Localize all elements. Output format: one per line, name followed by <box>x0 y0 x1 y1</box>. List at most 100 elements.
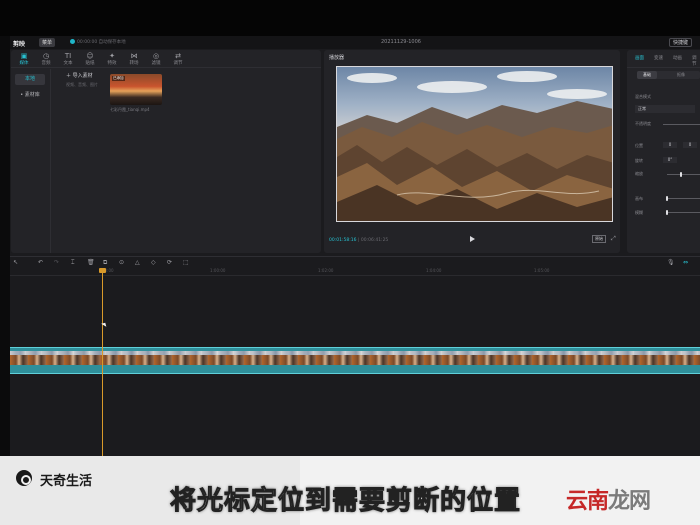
app-logo: 剪映 <box>13 41 26 48</box>
keyframe-icon[interactable]: ◇ <box>151 259 156 266</box>
tab-animation[interactable]: 动画 <box>673 55 682 61</box>
import-media-button[interactable]: ＋ 导入素材 视频、音频、图片 <box>66 72 98 88</box>
tab-label: 媒体 <box>19 61 29 66</box>
video-subtitle: 将光标定位到需要剪断的位置 <box>169 486 522 517</box>
project-name: 20211129-1006 <box>381 39 421 45</box>
rotate-icon[interactable]: ⟳ <box>167 259 172 266</box>
autosave-text: 00:00:00 自动保存本地 <box>77 40 126 45</box>
brand-logo-icon <box>14 468 34 488</box>
video-track-clip[interactable] <box>10 347 700 374</box>
clip-filename: 七彩丹霞_tianqi.mp4 <box>110 107 150 112</box>
tab-label: 转场 <box>129 61 139 66</box>
import-label: 导入素材 <box>72 73 93 79</box>
video-editor-window: 剪映 菜单 00:00:00 自动保存本地 20211129-1006 快捷键 … <box>10 36 700 456</box>
sidebar-item-library[interactable]: • 素材库 <box>15 90 45 101</box>
tab-effects[interactable]: ✦ 特效 <box>101 52 123 66</box>
effects-icon: ✦ <box>109 52 115 60</box>
blur-slider[interactable] <box>667 212 700 213</box>
scale-label: 缩放 <box>635 171 643 176</box>
mirror-icon[interactable]: △ <box>135 259 140 266</box>
tab-filter[interactable]: ◎ 滤镜 <box>145 52 167 66</box>
tab-text[interactable]: TI 文本 <box>57 52 79 66</box>
tab-picture[interactable]: 画面 <box>635 55 644 61</box>
ruler-label: 1:00:00 <box>210 268 226 273</box>
text-icon: TI <box>64 52 72 60</box>
subtab-keying[interactable]: 抠像 <box>677 72 685 78</box>
playhead[interactable] <box>102 268 103 456</box>
site-watermark-red: 云南 <box>566 489 609 514</box>
timeline-ruler: 00:00 1:00:00 1:02:00 1:04:00 1:05:00 <box>10 268 700 276</box>
tab-adjust-props[interactable]: 调节 <box>692 55 700 67</box>
clip-added-badge: 已添加 <box>112 76 125 81</box>
tab-media[interactable]: ▣ 媒体 <box>13 52 35 66</box>
audio-icon: ◷ <box>42 52 50 60</box>
rotate-input[interactable]: 0° <box>663 157 677 163</box>
blend-mode-select[interactable]: 正常 <box>635 105 695 113</box>
adjust-icon: ⇄ <box>175 52 181 60</box>
sidebar-item-local[interactable]: 本地 <box>15 74 45 85</box>
fullscreen-icon[interactable]: ⤢ <box>611 235 616 243</box>
link-icon[interactable]: ⇔ <box>683 259 688 266</box>
tab-label: 文本 <box>63 61 73 66</box>
preview-landscape <box>337 101 612 221</box>
position-x-input[interactable]: 0 <box>663 142 677 148</box>
media-icon: ▣ <box>20 52 28 60</box>
tab-label: 滤镜 <box>151 61 161 66</box>
ruler-label: 1:05:00 <box>534 268 550 273</box>
properties-tabs: 画面 变速 动画 调节 <box>627 50 700 68</box>
tab-sticker[interactable]: ☺ 贴纸 <box>79 52 101 66</box>
player-title: 播放器 <box>329 55 345 61</box>
select-tool-icon[interactable]: ↖ <box>13 259 18 266</box>
tab-adjust[interactable]: ⇄ 调节 <box>167 52 189 66</box>
subtab-basic[interactable]: 基础 <box>637 71 657 79</box>
tab-speed[interactable]: 变速 <box>654 55 663 61</box>
tab-label: 贴纸 <box>85 61 95 66</box>
opacity-slider[interactable] <box>663 124 700 125</box>
autosave-status: 00:00:00 自动保存本地 <box>70 39 126 45</box>
timeline-toolbar: ↖ ↶ ↷ ⌶ 🗑 ⧉ ⊙ △ ◇ ⟳ ⬚ 🎙 ⇔ <box>10 256 700 268</box>
site-watermark-gray: 龙网 <box>608 489 651 514</box>
playhead-handle[interactable] <box>99 268 106 273</box>
timeline[interactable]: 00:00 1:00:00 1:02:00 1:04:00 1:05:00 <box>10 268 700 456</box>
menu-button[interactable]: 菜单 <box>39 38 56 47</box>
crop-icon[interactable]: ⬚ <box>183 259 189 266</box>
position-label: 位置 <box>635 143 643 148</box>
canvas-slider-knob[interactable] <box>666 196 668 201</box>
blur-label: 模糊 <box>635 210 643 215</box>
canvas-label: 画布 <box>635 196 643 201</box>
properties-subtabs: 基础 抠像 <box>637 71 700 79</box>
freeze-icon[interactable]: ⧉ <box>103 259 107 267</box>
video-preview[interactable] <box>336 66 613 222</box>
scale-slider[interactable] <box>667 174 700 175</box>
undo-icon[interactable]: ↶ <box>38 259 43 266</box>
monitor-bezel <box>0 0 700 36</box>
opacity-label: 不透明度 <box>635 121 651 126</box>
shortcut-button[interactable]: 快捷键 <box>668 38 692 47</box>
delete-icon[interactable]: 🗑 <box>87 259 95 266</box>
rotate-label: 旋转 <box>635 158 643 163</box>
clip-filmstrip-sky <box>10 351 700 355</box>
play-icon[interactable] <box>470 236 475 242</box>
blur-slider-knob[interactable] <box>666 210 668 215</box>
media-clip-thumbnail[interactable]: 已添加 <box>110 74 162 105</box>
player-timecode: 00:01:58:16 | 00:06:41:25 <box>329 238 389 243</box>
site-watermark: 云南龙网 <box>566 483 651 515</box>
ruler-label: 1:02:00 <box>318 268 334 273</box>
reverse-icon[interactable]: ⊙ <box>119 259 124 266</box>
canvas-slider[interactable] <box>667 198 700 199</box>
redo-icon[interactable]: ↷ <box>54 259 59 266</box>
position-y-input[interactable]: 0 <box>683 142 697 148</box>
split-icon[interactable]: ⌶ <box>71 259 75 267</box>
microphone-icon[interactable]: 🎙 <box>667 259 675 266</box>
tab-transition[interactable]: ⋈ 转场 <box>123 52 145 66</box>
ruler-label: 1:04:00 <box>426 268 442 273</box>
tab-audio[interactable]: ◷ 音频 <box>35 52 57 66</box>
aspect-ratio-button[interactable]: 原始 <box>592 235 606 243</box>
scale-slider-knob[interactable] <box>680 172 682 177</box>
media-sidebar: 本地 • 素材库 <box>11 69 51 253</box>
title-bar: 剪映 菜单 00:00:00 自动保存本地 20211129-1006 快捷键 <box>10 36 700 49</box>
plus-icon: ＋ <box>66 73 73 79</box>
brand-watermark: 天奇生活 <box>40 474 93 489</box>
import-hint: 视频、音频、图片 <box>66 82 98 87</box>
sticker-icon: ☺ <box>86 52 94 60</box>
